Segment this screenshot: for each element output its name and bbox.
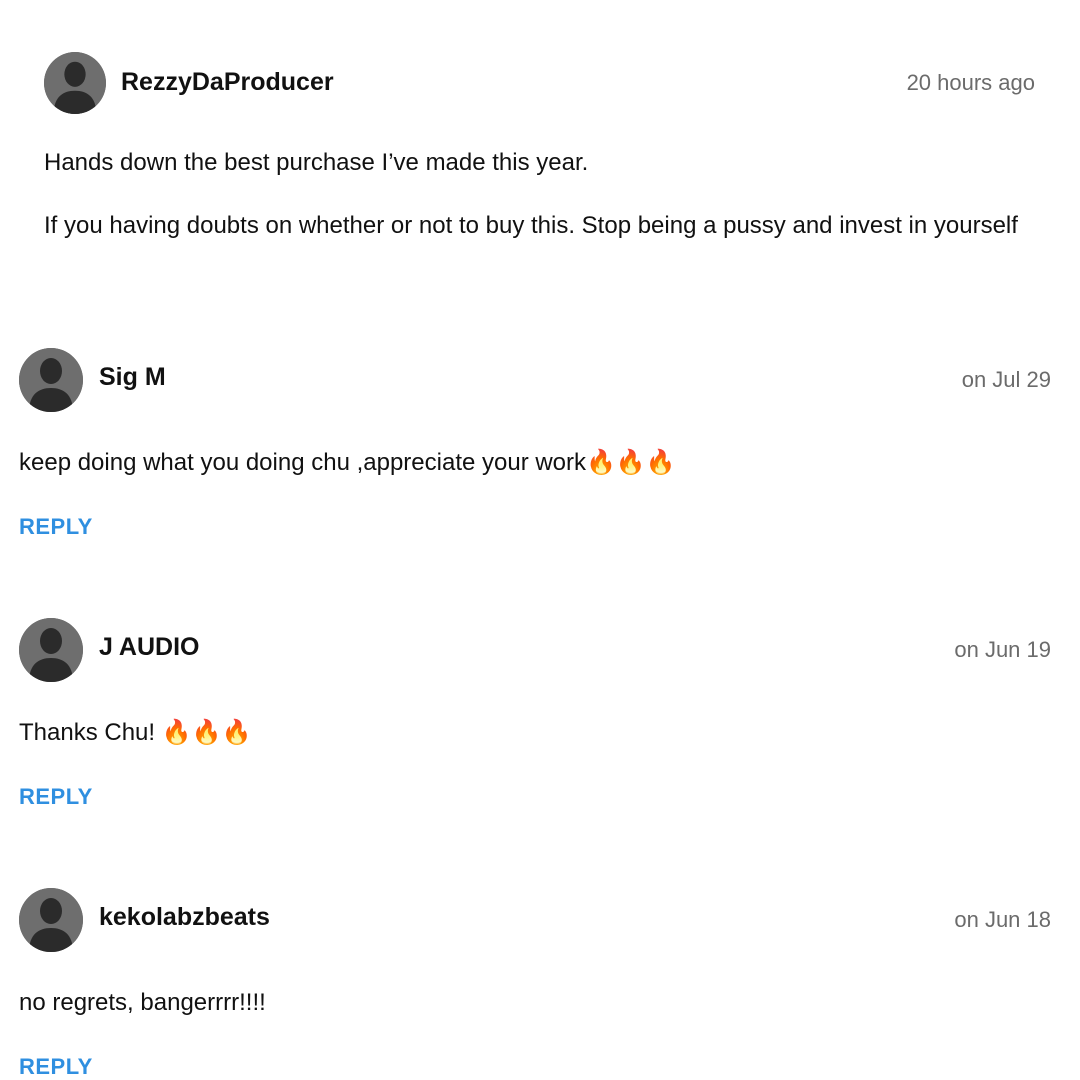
user-silhouette-icon	[19, 888, 83, 952]
comment-text-content: Thanks Chu!	[19, 719, 162, 746]
comment-timestamp: on Jun 19	[954, 637, 1051, 662]
comment-timestamp: 20 hours ago	[906, 70, 1035, 95]
comment: Sig M on Jul 29 keep doing what you doin…	[19, 348, 1051, 539]
comment-header: J AUDIO on Jun 19	[19, 618, 1051, 682]
avatar[interactable]	[19, 348, 83, 412]
reply-button[interactable]: REPLY	[19, 784, 93, 810]
reply-comment: RezzyDaProducer 20 hours ago Hands down …	[44, 52, 1035, 239]
avatar[interactable]	[19, 888, 83, 952]
comment: kekolabzbeats on Jun 18 no regrets, bang…	[19, 888, 1051, 1079]
reply-button[interactable]: REPLY	[19, 1054, 93, 1080]
avatar[interactable]	[19, 618, 83, 682]
reply-button[interactable]: REPLY	[19, 514, 93, 540]
user-silhouette-icon	[19, 348, 83, 412]
comment-timestamp: on Jul 29	[961, 367, 1051, 392]
comment-author[interactable]: RezzyDaProducer	[121, 68, 334, 97]
comment-text: keep doing what you doing chu ,appreciat…	[19, 444, 676, 482]
comment-author[interactable]: kekolabzbeats	[99, 903, 270, 932]
comment-author[interactable]: Sig M	[99, 363, 166, 392]
comment-header: kekolabzbeats on Jun 18	[19, 888, 1051, 952]
fire-emoji-icon: 🔥🔥🔥	[161, 719, 252, 746]
comment-text: no regrets, bangerrrr!!!!	[19, 989, 266, 1016]
comment-text: Thanks Chu! 🔥🔥🔥	[19, 714, 251, 752]
user-silhouette-icon	[19, 618, 83, 682]
comment-text-content: keep doing what you doing chu ,appreciat…	[19, 449, 587, 476]
comment-text: If you having doubts on whether or not t…	[44, 212, 1018, 239]
comment-author[interactable]: J AUDIO	[99, 633, 199, 662]
comment-text: Hands down the best purchase I’ve made t…	[44, 149, 589, 176]
comment-timestamp: on Jun 18	[954, 907, 1051, 932]
comment-header: RezzyDaProducer 20 hours ago	[44, 52, 1035, 116]
fire-emoji-icon: 🔥🔥🔥	[586, 449, 676, 476]
avatar[interactable]	[44, 52, 106, 114]
comment: J AUDIO on Jun 19 Thanks Chu! 🔥🔥🔥 REPLY	[19, 618, 1051, 809]
comment-header: Sig M on Jul 29	[19, 348, 1051, 412]
user-silhouette-icon	[44, 52, 106, 114]
